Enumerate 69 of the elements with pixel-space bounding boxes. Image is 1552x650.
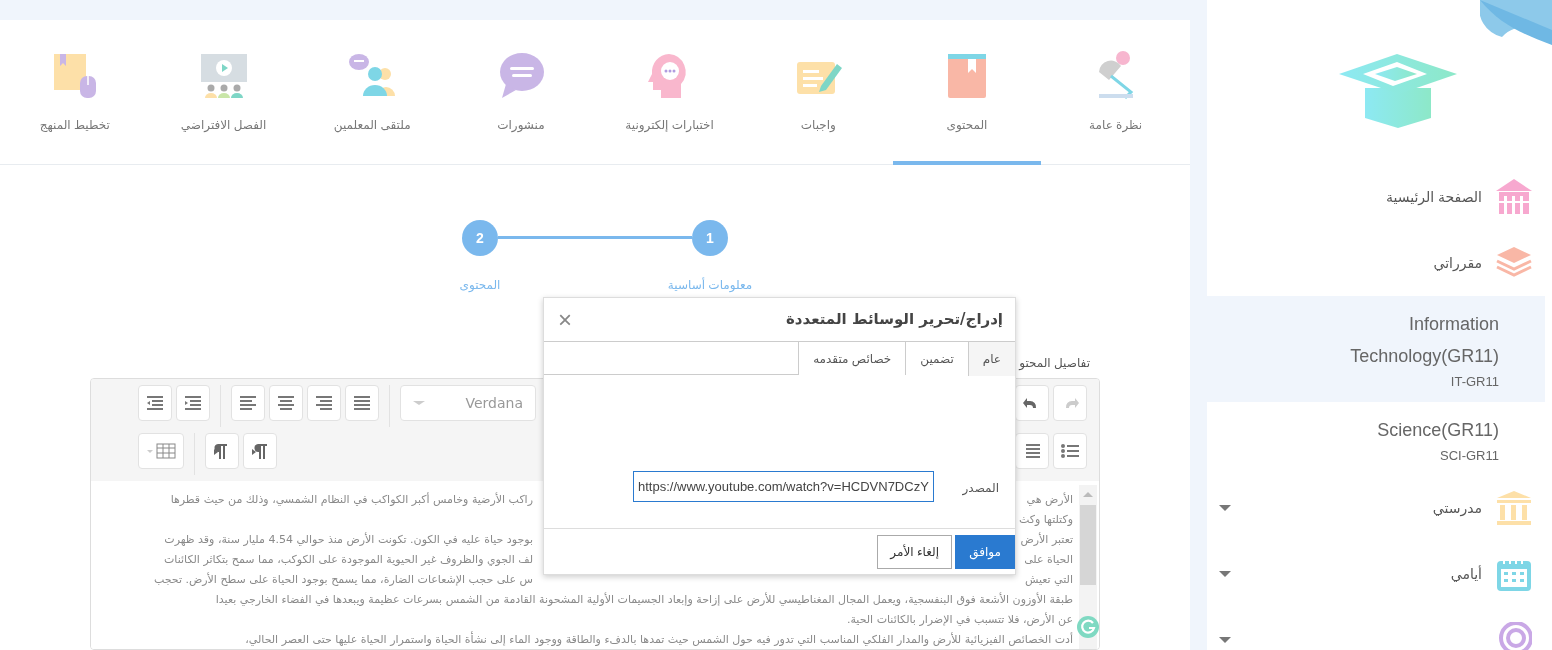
- align-center-icon: [276, 394, 296, 412]
- caret-icon: [1219, 505, 1231, 511]
- url-field[interactable]: https://www.youtube.com/watch?v=HCDVN7DCzY: [633, 471, 934, 502]
- nav-tab[interactable]: ملتقى المعلمين: [297, 20, 447, 165]
- pilcrow-left-icon: [250, 442, 270, 460]
- dialog-tab[interactable]: عام: [967, 342, 1015, 376]
- sidebar-item[interactable]: مقرراتي: [1207, 230, 1552, 296]
- sidebar-item[interactable]: مدرستي: [1207, 475, 1552, 541]
- pilcrow-left-button[interactable]: [243, 433, 277, 469]
- text-line: أدت الخصائص الفيزيائية للأرض والمدار الفلكي المناسب التي تدور فيه حول الشمس حيث تمدها بالدفء والطاقة ووجود الماء إلى نشأة الحياة واستمرار الحياة عليها حتى العصر الحالي،: [245, 630, 1073, 648]
- nav-tab[interactable]: تخطيط المنهج: [0, 20, 150, 165]
- nav-tab[interactable]: نظرة عامة: [1041, 20, 1190, 165]
- align-right-icon: [314, 394, 334, 412]
- course-item[interactable]: Information Technology(GR11) IT-GR11: [1207, 296, 1545, 402]
- align-left-button[interactable]: [231, 385, 265, 421]
- nav-tab[interactable]: المحتوى: [892, 20, 1042, 165]
- dialog-title: إدراج/تحرير الوسائط المتعددة: [786, 309, 1003, 331]
- caret-icon: [413, 401, 425, 405]
- text-line: س على حجب الإشعاعات الضارة، مما يسمح بوجود الحياة على سطح الأرض. تحجب: [152, 571, 533, 588]
- text-line: طبقة الأوزون الأشعة فوق البنفسجية، ويعمل المجال المغناطيسي للأرض على إزاحة وإبعاد الجسيمات الأولية المشحونة القادمة من الشمس بسرعات عظيمة ويبعدها في الفضاء الخارجي بعيدا: [215, 591, 1073, 608]
- dialog-tab[interactable]: تضمين: [905, 342, 968, 375]
- dialog-tab[interactable]: خصائص متقدمه: [798, 342, 906, 375]
- corner-decoration: [1480, 0, 1552, 45]
- text-line: وكتلتها وكث: [1018, 512, 1073, 528]
- step-label: معلومات أساسية: [667, 276, 753, 294]
- align-right-button[interactable]: [307, 385, 341, 421]
- indent-button[interactable]: [176, 385, 210, 421]
- outdent-button[interactable]: [138, 385, 172, 421]
- nav-tab[interactable]: منشورات: [446, 20, 596, 165]
- caret-icon: [1219, 637, 1231, 643]
- numbered-list-button[interactable]: [1015, 433, 1049, 469]
- course-item[interactable]: Science(GR11) SCI-GR11: [1207, 401, 1545, 475]
- justify-icon: [352, 394, 372, 412]
- nav-tab[interactable]: واجبات: [743, 20, 893, 165]
- text-line: لف الجوي والظروف غير الحيوية الموجودة على الكوكب، مما سمح بتكاثر الكائنات: [163, 552, 533, 568]
- field-label: تفاصيل المحتو: [1019, 355, 1090, 372]
- cancel-button[interactable]: إلغاء الأمر: [877, 534, 952, 569]
- font-dropdown[interactable]: Verdana: [400, 385, 536, 421]
- table-button[interactable]: [138, 433, 184, 469]
- justify-button[interactable]: [345, 385, 379, 421]
- close-button[interactable]: ×: [558, 307, 572, 332]
- text-line: الحياة على: [1024, 552, 1073, 568]
- bullet-list-icon: [1060, 442, 1080, 460]
- indent-icon: [183, 394, 203, 412]
- nav-tab[interactable]: الفصل الافتراضي: [149, 20, 298, 165]
- text-line: التي تعيش: [1024, 572, 1073, 588]
- step-number: 2: [462, 220, 498, 256]
- text-line: راكب الأرضية وخامس أكبر الكواكب في النظام الشمسي، وذلك من حيث قطرها: [169, 491, 533, 508]
- text-line: بوجود حياة عليه في الكون. تكونت الأرض منذ حوالي 4.54 مليار سنة، وقد ظهرت: [163, 531, 533, 548]
- pilcrow-right-button[interactable]: [205, 433, 239, 469]
- nav-tab[interactable]: اختبارات إلكترونية: [595, 20, 744, 165]
- building-icon: [1496, 179, 1532, 215]
- align-center-button[interactable]: [269, 385, 303, 421]
- text-line: الأرض هي: [1026, 491, 1073, 508]
- columns-building-icon: [1496, 490, 1532, 526]
- sidebar-item[interactable]: الصفحة الرئيسية: [1207, 164, 1552, 230]
- align-left-icon: [238, 394, 258, 412]
- bullet-list-button[interactable]: [1053, 433, 1087, 469]
- ok-button[interactable]: موافق: [955, 534, 1015, 569]
- field-label: المصدر: [961, 480, 999, 497]
- undo-button[interactable]: [1015, 385, 1049, 421]
- caret-icon: [1219, 571, 1231, 577]
- step-number: 1: [692, 220, 728, 256]
- step-label: المحتوى: [459, 277, 501, 294]
- outdent-icon: [145, 394, 165, 412]
- sidebar-item[interactable]: أيامي: [1207, 541, 1552, 607]
- rings-icon: [1496, 622, 1532, 650]
- text-line: عن الأرض، فلا تتسبب في الإضرار بالكائنات الحية.: [846, 611, 1073, 628]
- text-line: تعتبر الأرض: [1020, 531, 1073, 548]
